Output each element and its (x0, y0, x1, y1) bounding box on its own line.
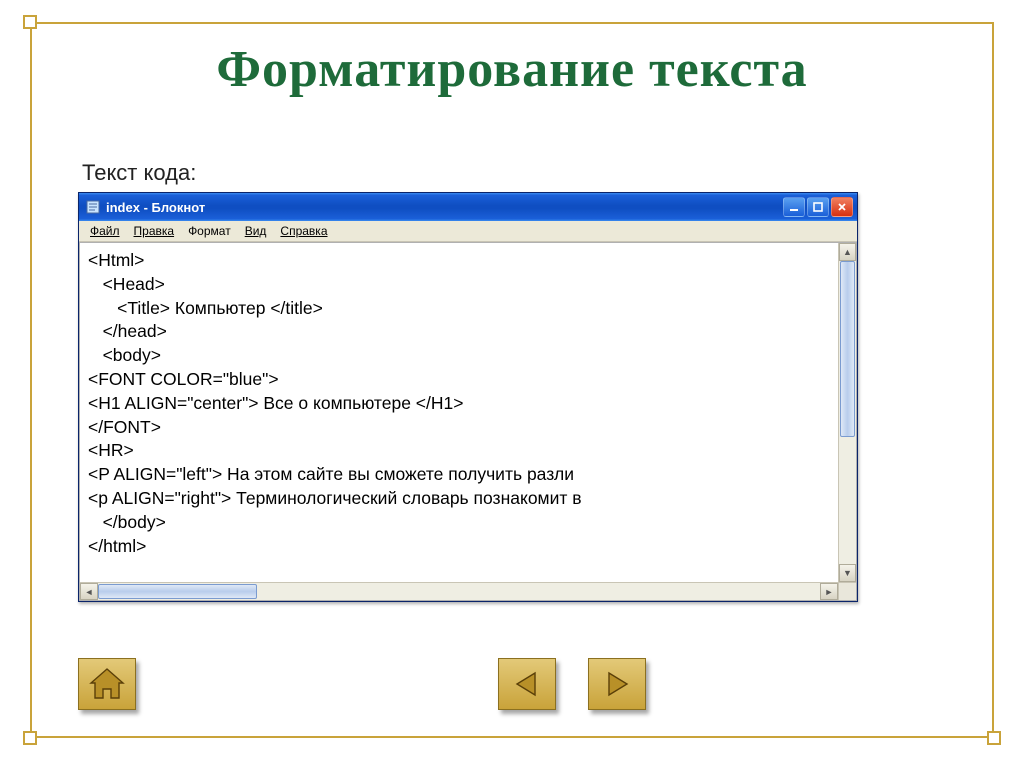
notepad-window: index - Блокнот Файл Правка Формат Вид С… (78, 192, 858, 602)
home-button[interactable] (78, 658, 136, 710)
window-title: index - Блокнот (106, 200, 205, 215)
code-line: <body> (88, 345, 161, 365)
code-line: <HR> (88, 440, 134, 460)
code-line: <Title> Компьютер </title> (88, 298, 323, 318)
next-slide-button[interactable] (588, 658, 646, 710)
menu-file[interactable]: Файл (83, 222, 127, 240)
menu-format[interactable]: Формат (181, 222, 238, 240)
house-icon (88, 667, 126, 701)
code-line: </html> (88, 536, 146, 556)
menu-view[interactable]: Вид (238, 222, 274, 240)
titlebar[interactable]: index - Блокнот (79, 193, 857, 221)
code-line: </head> (88, 321, 167, 341)
frame-corner (23, 15, 37, 29)
minimize-button[interactable] (783, 197, 805, 217)
frame-corner (987, 731, 1001, 745)
scroll-up-button[interactable]: ▲ (839, 243, 856, 261)
slide-title: Форматирование текста (0, 40, 1024, 99)
code-line: <P ALIGN="left"> На этом сайте вы сможет… (88, 464, 574, 484)
close-button[interactable] (831, 197, 853, 217)
scroll-right-button[interactable]: ► (820, 583, 838, 600)
resize-grip[interactable] (838, 583, 856, 600)
menu-help[interactable]: Справка (273, 222, 334, 240)
code-line: </body> (88, 512, 166, 532)
frame-corner (23, 731, 37, 745)
menu-edit[interactable]: Правка (127, 222, 182, 240)
text-area[interactable]: <Html> <Head> <Title> Компьютер </title>… (80, 243, 838, 582)
hscroll-track[interactable] (98, 583, 820, 600)
code-line: <Head> (88, 274, 165, 294)
code-line: <H1 ALIGN="center"> Все о компьютере </H… (88, 393, 463, 413)
arrow-right-icon (601, 670, 633, 698)
vertical-scrollbar[interactable]: ▲ ▼ (838, 243, 856, 582)
menubar: Файл Правка Формат Вид Справка (79, 221, 857, 242)
scroll-left-button[interactable]: ◄ (80, 583, 98, 600)
vscroll-thumb[interactable] (840, 261, 855, 437)
code-line: <FONT COLOR="blue"> (88, 369, 279, 389)
vscroll-track[interactable] (839, 261, 856, 564)
slide-subtitle: Текст кода: (82, 160, 196, 186)
maximize-button[interactable] (807, 197, 829, 217)
client-area: <Html> <Head> <Title> Компьютер </title>… (79, 242, 857, 601)
code-line: </FONT> (88, 417, 161, 437)
previous-slide-button[interactable] (498, 658, 556, 710)
notepad-icon (85, 199, 101, 215)
arrow-left-icon (511, 670, 543, 698)
horizontal-scrollbar[interactable]: ◄ ► (80, 582, 856, 600)
scroll-down-button[interactable]: ▼ (839, 564, 856, 582)
code-line: <Html> (88, 250, 144, 270)
hscroll-thumb[interactable] (98, 584, 257, 599)
code-line: <p ALIGN="right"> Терминологический слов… (88, 488, 582, 508)
